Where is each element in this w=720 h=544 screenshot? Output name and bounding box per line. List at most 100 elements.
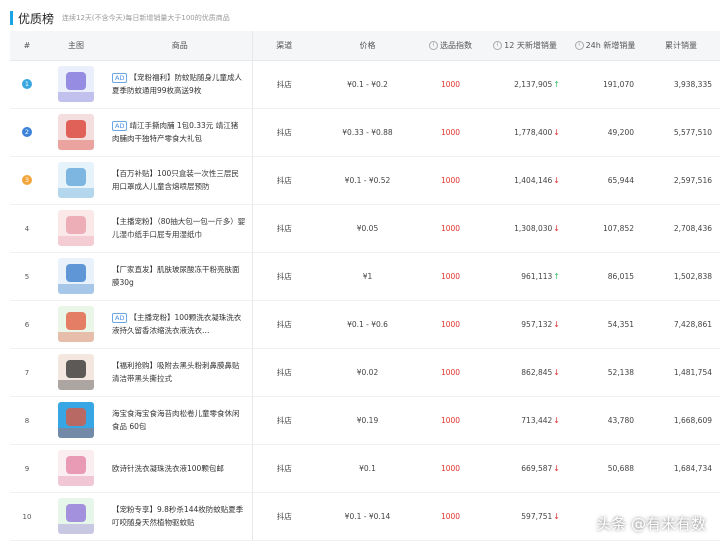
rank-cell: 9 <box>10 444 44 493</box>
image-cell[interactable] <box>44 492 108 541</box>
product-thumbnail[interactable] <box>58 450 94 486</box>
product-thumbnail[interactable] <box>58 210 94 246</box>
product-title[interactable]: 靖江手撕肉脯 1包0.33元 靖江猪肉脯肉干独特产零食大礼包 <box>112 121 238 143</box>
product-cell[interactable]: 【厂家直发】肌肤玻尿酸冻干粉亮肤面膜30g <box>108 252 253 301</box>
sales-12d-cell: 961,113↑ <box>482 252 568 301</box>
product-cell[interactable]: 【主播宠粉】（80抽大包一包一斤多）婴儿湿巾纸手口屁专用湿纸巾 <box>108 204 253 253</box>
trend-down-icon: ↓ <box>553 223 560 233</box>
col-sales-24h[interactable]: i 24h 新增销量 <box>568 31 642 61</box>
channel-cell: 抖店 <box>252 492 316 541</box>
total-sales-cell: 2,597,516 <box>642 156 720 205</box>
product-title[interactable]: 【厂家直发】肌肤玻尿酸冻干粉亮肤面膜30g <box>112 265 240 287</box>
table-row[interactable]: 7 【福利抢购】吸附去黑头粉刺鼻膜鼻贴清洁带黑头撕拉式 抖店 ¥0.02 100… <box>10 348 720 397</box>
col-product: 商品 <box>108 31 253 61</box>
col-score[interactable]: i 选品指数 <box>419 31 482 61</box>
rank-cell: 1 <box>10 60 44 109</box>
score-cell: 1000 <box>419 108 482 157</box>
table-row[interactable]: 9 欧诗针洗衣凝珠洗衣液100颗包邮 抖店 ¥0.1 1000 669,587↓… <box>10 444 720 493</box>
total-sales-cell: 1,481,754 <box>642 348 720 397</box>
price-cell: ¥0.19 <box>316 396 419 445</box>
product-image-shape <box>66 168 86 186</box>
product-cell[interactable]: AD 靖江手撕肉脯 1包0.33元 靖江猪肉脯肉干独特产零食大礼包 <box>108 108 253 157</box>
sales-24h-cell: 50,688 <box>568 444 642 493</box>
header: 优质榜 连续12天(不含今天)每日新增销量大于100的优质商品 <box>10 9 230 27</box>
price-cell: ¥0.1 - ¥0.14 <box>316 492 419 541</box>
product-title[interactable]: 欧诗针洗衣凝珠洗衣液100颗包邮 <box>112 464 224 473</box>
image-cell[interactable] <box>44 108 108 157</box>
image-cell[interactable] <box>44 444 108 493</box>
col-price[interactable]: 价格 <box>316 31 419 61</box>
product-cell[interactable]: 【福利抢购】吸附去黑头粉刺鼻膜鼻贴清洁带黑头撕拉式 <box>108 348 253 397</box>
product-thumbnail[interactable] <box>58 258 94 294</box>
table-row[interactable]: 4 【主播宠粉】（80抽大包一包一斤多）婴儿湿巾纸手口屁专用湿纸巾 抖店 ¥0.… <box>10 204 720 253</box>
product-cell[interactable]: 海宝食海宝食海苔肉松卷儿童零食休闲食品 60包 <box>108 396 253 445</box>
col-sales-12d[interactable]: i 12 天新增销量 <box>482 31 568 61</box>
total-sales-cell: 1,502,838 <box>642 252 720 301</box>
product-image-shape <box>66 360 86 378</box>
image-cell[interactable] <box>44 300 108 349</box>
sales-24h-cell: 191,070 <box>568 60 642 109</box>
col-score-label: 选品指数 <box>440 40 472 50</box>
image-cell[interactable] <box>44 252 108 301</box>
product-cell[interactable]: 欧诗针洗衣凝珠洗衣液100颗包邮 <box>108 444 253 493</box>
col-sales-24h-label: 24h 新增销量 <box>585 40 636 50</box>
trend-up-icon: ↑ <box>553 79 560 89</box>
table-row[interactable]: 8 海宝食海宝食海苔肉松卷儿童零食休闲食品 60包 抖店 ¥0.19 1000 … <box>10 396 720 445</box>
sales-12d-value: 713,442 <box>521 415 553 425</box>
product-title[interactable]: 【宠粉专享】9.8秒杀144枚防蚊贴夏季叮咬随身天然植物驱蚊贴 <box>112 505 243 527</box>
sales-12d-value: 669,587 <box>521 463 553 473</box>
rank-number: 8 <box>24 416 30 425</box>
score-cell: 1000 <box>419 348 482 397</box>
sales-24h-cell: 54,351 <box>568 300 642 349</box>
image-cell[interactable] <box>44 60 108 109</box>
table-row[interactable]: 5 【厂家直发】肌肤玻尿酸冻干粉亮肤面膜30g 抖店 ¥1 1000 961,1… <box>10 252 720 301</box>
price-cell: ¥0.02 <box>316 348 419 397</box>
product-thumbnail[interactable] <box>58 306 94 342</box>
image-cell[interactable] <box>44 396 108 445</box>
table-row[interactable]: 3 【百万补贴】100只盒装一次性三层民用口罩成人儿童含熔喷层预防 抖店 ¥0.… <box>10 156 720 205</box>
image-cell[interactable] <box>44 156 108 205</box>
sales-24h-cell: 86,015 <box>568 252 642 301</box>
product-thumbnail[interactable] <box>58 162 94 198</box>
total-sales-cell: 1,684,734 <box>642 444 720 493</box>
product-thumbnail[interactable] <box>58 402 94 438</box>
channel-cell: 抖店 <box>252 204 316 253</box>
table-row[interactable]: 6 AD 【主播宠粉】100颗洗衣凝珠洗衣液持久留香浓缩洗衣液洗衣… 抖店 ¥0.… <box>10 300 720 349</box>
product-image-shape <box>66 120 86 138</box>
product-thumbnail[interactable] <box>58 354 94 390</box>
product-title[interactable]: 【福利抢购】吸附去黑头粉刺鼻膜鼻贴清洁带黑头撕拉式 <box>112 361 240 383</box>
ad-badge: AD <box>112 313 128 323</box>
page-title: 优质榜 <box>18 11 55 26</box>
sales-12d-value: 957,132 <box>521 319 553 329</box>
price-cell: ¥0.05 <box>316 204 419 253</box>
product-cell[interactable]: 【宠粉专享】9.8秒杀144枚防蚊贴夏季叮咬随身天然植物驱蚊贴 <box>108 492 253 541</box>
product-thumbnail[interactable] <box>58 66 94 102</box>
product-title[interactable]: 【主播宠粉】100颗洗衣凝珠洗衣液持久留香浓缩洗衣液洗衣… <box>112 313 241 335</box>
table-header-row: # 主图 商品 渠道 价格 i 选品指数 i 12 天新增销量 i 24h 新增销量 … <box>10 31 720 61</box>
product-image-band <box>58 332 94 342</box>
col-total-sales[interactable]: 累计销量 <box>642 31 720 61</box>
sales-12d-value: 862,845 <box>521 367 553 377</box>
channel-cell: 抖店 <box>252 300 316 349</box>
product-title[interactable]: 海宝食海宝食海苔肉松卷儿童零食休闲食品 60包 <box>112 409 240 431</box>
product-cell[interactable]: AD 【宠粉福利】防蚊贴随身儿童成人夏季防蚊通用99枚高送9枚 <box>108 60 253 109</box>
image-cell[interactable] <box>44 348 108 397</box>
product-cell[interactable]: 【百万补贴】100只盒装一次性三层民用口罩成人儿童含熔喷层预防 <box>108 156 253 205</box>
product-cell[interactable]: AD 【主播宠粉】100颗洗衣凝珠洗衣液持久留香浓缩洗衣液洗衣… <box>108 300 253 349</box>
product-image-band <box>58 188 94 198</box>
product-title[interactable]: 【百万补贴】100只盒装一次性三层民用口罩成人儿童含熔喷层预防 <box>112 169 239 191</box>
product-title[interactable]: 【主播宠粉】（80抽大包一包一斤多）婴儿湿巾纸手口屁专用湿纸巾 <box>112 217 245 239</box>
product-thumbnail[interactable] <box>58 498 94 534</box>
total-sales-cell: 2,708,436 <box>642 204 720 253</box>
price-cell: ¥0.1 - ¥0.52 <box>316 156 419 205</box>
col-channel: 渠道 <box>252 31 316 61</box>
total-sales-cell: 3,938,335 <box>642 60 720 109</box>
product-image-shape <box>66 216 86 234</box>
table-row[interactable]: 1 AD 【宠粉福利】防蚊贴随身儿童成人夏季防蚊通用99枚高送9枚 抖店 ¥0.1… <box>10 60 720 109</box>
product-title[interactable]: 【宠粉福利】防蚊贴随身儿童成人夏季防蚊通用99枚高送9枚 <box>112 73 242 95</box>
image-cell[interactable] <box>44 204 108 253</box>
table-row[interactable]: 2 AD 靖江手撕肉脯 1包0.33元 靖江猪肉脯肉干独特产零食大礼包 抖店 ¥0… <box>10 108 720 157</box>
score-cell: 1000 <box>419 300 482 349</box>
product-thumbnail[interactable] <box>58 114 94 150</box>
rank-cell: 7 <box>10 348 44 397</box>
